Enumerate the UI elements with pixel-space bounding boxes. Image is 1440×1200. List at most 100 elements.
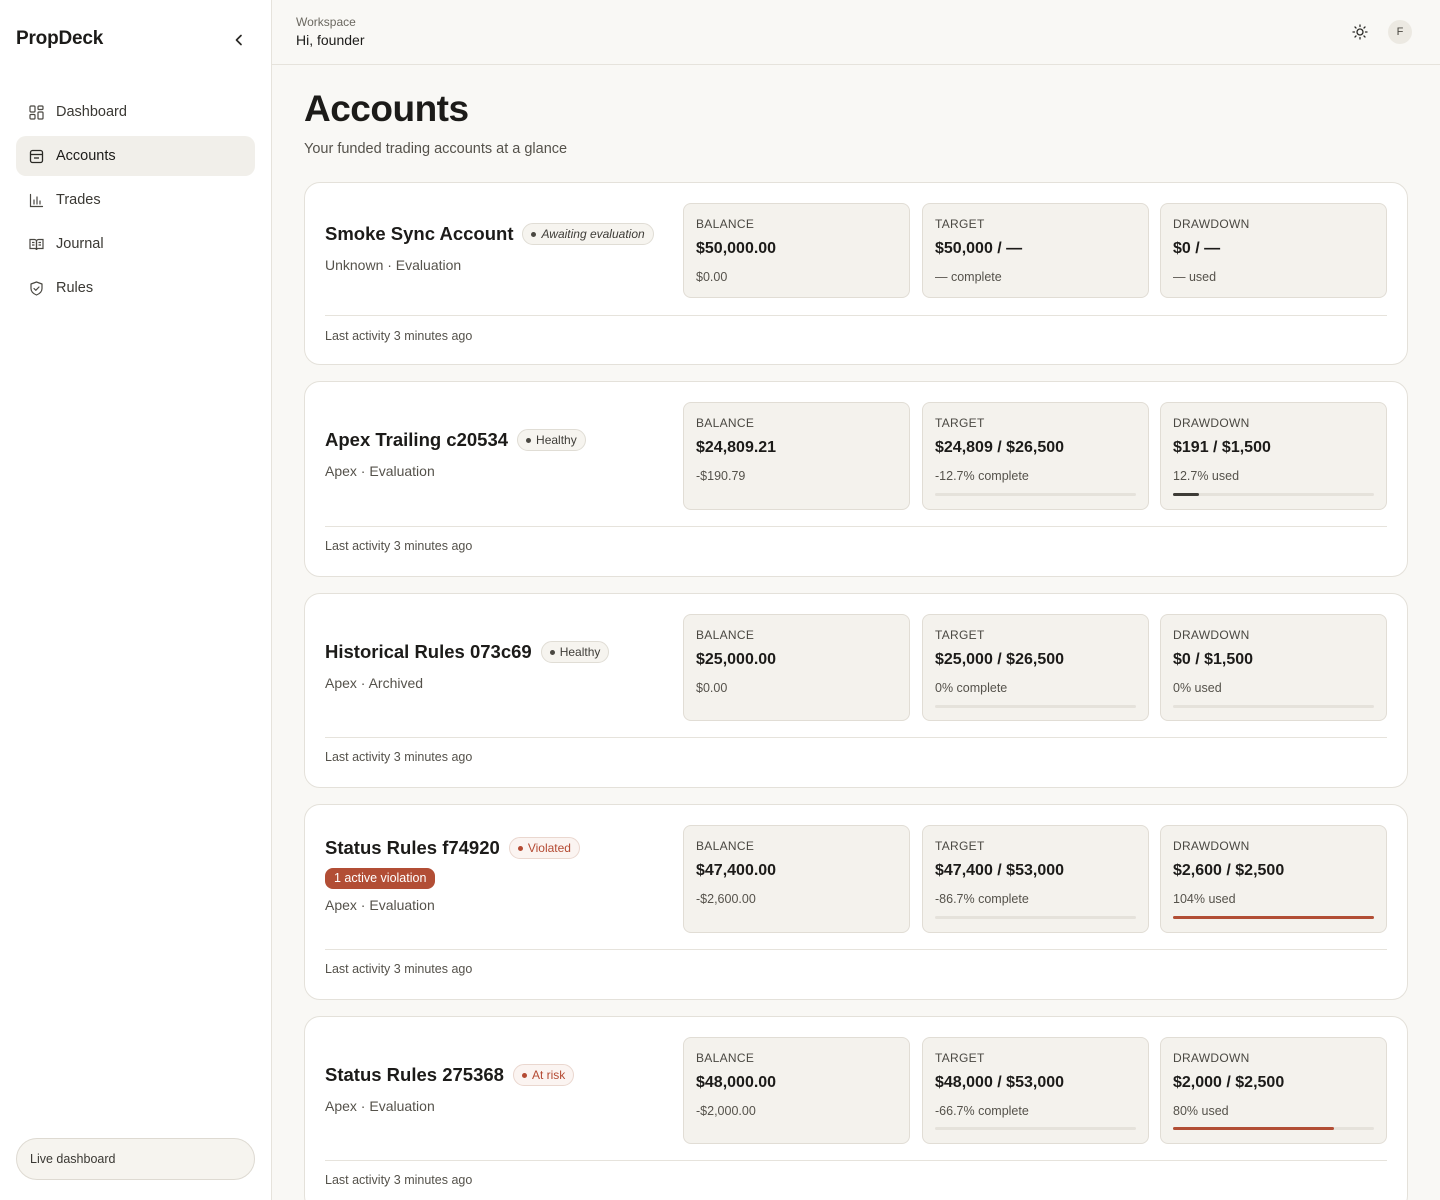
card-divider [325, 737, 1387, 738]
account-info: Apex Trailing c20534 Healthy Apex · Eval… [325, 429, 586, 479]
stat-label: TARGET [935, 628, 985, 642]
sidebar-item-dashboard[interactable]: Dashboard [16, 92, 255, 132]
status-label: At risk [531, 1068, 566, 1082]
stat-value: $47,400 / $53,000 [935, 862, 1065, 879]
top-header: Workspace Hi, founder F [272, 0, 1440, 65]
sidebar-item-label: Accounts [56, 148, 116, 164]
stat-value: $48,000 / $53,000 [935, 1074, 1065, 1091]
card-divider [325, 526, 1387, 527]
accounts-icon [28, 148, 44, 164]
stat-change: $0.00 [696, 270, 728, 284]
workspace-greeting: Hi, founder [296, 32, 365, 48]
stat-value: $48,000.00 [696, 1074, 777, 1091]
card-divider [325, 949, 1387, 950]
collapse-sidebar-button[interactable] [228, 30, 250, 50]
sidebar-item-label: Journal [56, 236, 104, 252]
target-stat: TARGET $50,000 / — — complete [922, 203, 1149, 298]
target-stat: TARGET $25,000 / $26,500 0% complete [922, 614, 1149, 721]
last-activity: Last activity 3 minutes ago [325, 962, 473, 976]
violation-badge: 1 active violation [325, 868, 436, 889]
sidebar: PropDeck Dashboard Accounts Trades Journ… [0, 0, 272, 1200]
account-card[interactable]: Status Rules f74920 Violated 1 active vi… [304, 804, 1408, 1000]
drawdown-stat: DRAWDOWN $0 / $1,500 0% used [1160, 614, 1387, 721]
account-card[interactable]: Smoke Sync Account Awaiting evaluation U… [304, 182, 1408, 365]
stat-value: $50,000 / — [935, 240, 1023, 257]
balance-stat: BALANCE $48,000.00 -$2,000.00 [683, 1037, 910, 1144]
live-dashboard-button[interactable]: Live dashboard [16, 1138, 255, 1180]
drawdown-progress-bar [1173, 705, 1374, 708]
last-activity: Last activity 3 minutes ago [325, 1173, 473, 1187]
shield-check-icon [28, 280, 44, 296]
drawdown-progress-bar [1173, 916, 1374, 919]
stat-change: -$2,600.00 [696, 892, 756, 906]
sidebar-item-trades[interactable]: Trades [16, 180, 255, 220]
stat-label: DRAWDOWN [1173, 217, 1250, 231]
drawdown-stat: DRAWDOWN $191 / $1,500 12.7% used [1160, 402, 1387, 510]
card-divider [325, 315, 1387, 316]
account-info: Smoke Sync Account Awaiting evaluation U… [325, 223, 654, 273]
stat-value: $24,809 / $26,500 [935, 439, 1065, 456]
stat-progress-text: — complete [935, 270, 1002, 284]
sidebar-nav: Dashboard Accounts Trades Journal Rules [16, 92, 255, 312]
workspace-label: Workspace [296, 15, 356, 29]
page-subtitle: Your funded trading accounts at a glance [304, 141, 568, 157]
stat-label: BALANCE [696, 217, 755, 231]
account-name: Apex Trailing c20534 [325, 429, 509, 450]
account-card[interactable]: Status Rules 275368 At risk Apex · Evalu… [304, 1016, 1408, 1200]
chevron-left-icon [235, 34, 242, 46]
stat-value: $25,000 / $26,500 [935, 651, 1065, 668]
status-dot [526, 437, 532, 443]
stat-progress-text: -12.7% complete [935, 469, 1029, 483]
sidebar-item-label: Trades [56, 192, 101, 208]
balance-stat: BALANCE $50,000.00 $0.00 [683, 203, 910, 298]
stat-progress-text: 80% used [1173, 1104, 1229, 1118]
stat-progress-text: 0% complete [935, 681, 1008, 695]
sidebar-item-label: Rules [56, 280, 94, 296]
account-meta: Apex · Evaluation [325, 1098, 435, 1114]
stat-label: DRAWDOWN [1173, 839, 1250, 853]
stat-value: $2,600 / $2,500 [1173, 862, 1285, 879]
stat-change: -$190.79 [696, 469, 746, 483]
book-icon [28, 236, 44, 252]
drawdown-progress-fill [1173, 1127, 1334, 1130]
sidebar-item-rules[interactable]: Rules [16, 268, 255, 308]
account-info: Historical Rules 073c69 Healthy Apex · A… [325, 641, 610, 691]
stat-label: TARGET [935, 217, 985, 231]
stat-progress-text: — used [1173, 270, 1217, 284]
sidebar-item-accounts[interactable]: Accounts [16, 136, 255, 176]
sun-icon [1352, 24, 1368, 40]
stat-value: $191 / $1,500 [1173, 439, 1271, 456]
stat-progress-text: 104% used [1173, 892, 1236, 906]
avatar[interactable]: F [1388, 20, 1412, 44]
theme-toggle-button[interactable] [1350, 22, 1370, 42]
chart-bar-icon [28, 192, 44, 208]
stat-change: $0.00 [696, 681, 728, 695]
account-card[interactable]: Historical Rules 073c69 Healthy Apex · A… [304, 593, 1408, 788]
status-label: Violated [527, 841, 571, 855]
account-name: Smoke Sync Account [325, 223, 514, 244]
stat-label: TARGET [935, 416, 985, 430]
status-label: Awaiting evaluation [541, 227, 645, 241]
status-badge: Violated [508, 837, 580, 859]
account-name: Status Rules 275368 [325, 1064, 504, 1085]
stat-value: $0 / — [1173, 240, 1221, 257]
stat-label: DRAWDOWN [1173, 628, 1250, 642]
account-meta: Apex · Archived [325, 675, 424, 691]
status-label: Healthy [536, 433, 577, 447]
status-badge: Healthy [540, 641, 610, 663]
account-meta: Apex · Evaluation [325, 897, 435, 913]
account-name: Historical Rules 073c69 [325, 641, 532, 662]
status-label: Healthy [559, 645, 601, 659]
target-stat: TARGET $48,000 / $53,000 -66.7% complete [922, 1037, 1149, 1144]
account-info: Status Rules f74920 Violated 1 active vi… [325, 837, 580, 913]
account-meta: Apex · Evaluation [325, 463, 435, 479]
drawdown-progress-bar [1173, 1127, 1374, 1130]
stat-value: $50,000.00 [696, 240, 777, 257]
target-progress-bar [935, 1127, 1136, 1130]
sidebar-item-label: Dashboard [56, 104, 127, 120]
page-title: Accounts [304, 88, 469, 129]
sidebar-item-journal[interactable]: Journal [16, 224, 255, 264]
account-card[interactable]: Apex Trailing c20534 Healthy Apex · Eval… [304, 381, 1408, 577]
stat-value: $2,000 / $2,500 [1173, 1074, 1285, 1091]
app-logo: PropDeck [16, 28, 104, 49]
